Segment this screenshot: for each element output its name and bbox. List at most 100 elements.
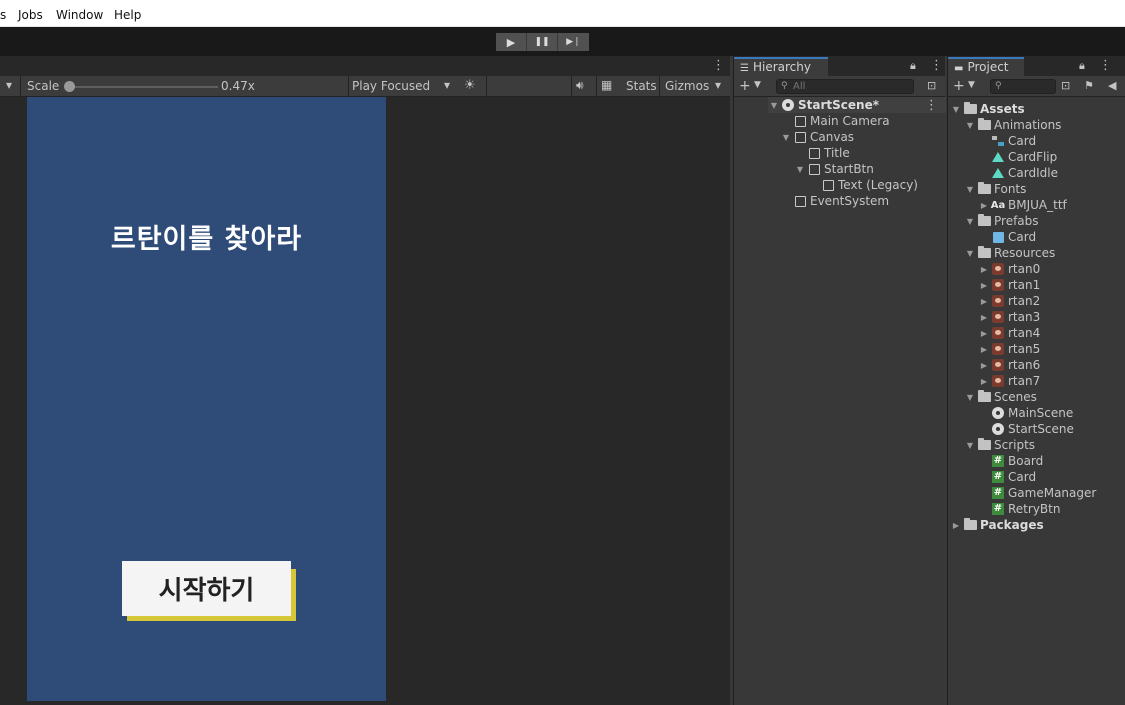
filter-by-label-icon[interactable]: ⚑ [1084,79,1094,92]
csharp-script-icon: # [992,487,1004,499]
start-button[interactable]: 시작하기 [122,561,291,616]
tree-folder-packages[interactable]: ▶ Packages [950,517,1044,533]
step-button[interactable]: ▶❘ [558,33,589,51]
tree-item-startbtn[interactable]: ▼ StartBtn [794,161,874,177]
search-by-type-icon[interactable]: ⊡ [927,79,936,92]
stats-button[interactable]: Stats [626,79,657,93]
play-mode-dropdown-arrow-icon[interactable]: ▾ [444,78,450,92]
asset-item-cardflip[interactable]: CardFlip [978,149,1057,165]
asset-item-bmjua[interactable]: ▶ Aa BMJUA_ttf [978,197,1067,213]
game-toolbar: ▾ Scale 0.47x Play Focused ▾ ☀ 🔊︎ ▦ Stat… [0,76,730,97]
asset-item-gamemanager[interactable]: # GameManager [978,485,1096,501]
expand-arrow-icon[interactable]: ▶ [978,201,990,210]
scale-slider-track[interactable] [72,86,218,88]
expand-arrow-icon[interactable]: ▼ [768,101,780,110]
menu-item-help[interactable]: Help [114,8,141,22]
expand-arrow-icon[interactable]: ▼ [964,121,976,130]
expand-arrow-icon[interactable]: ▼ [950,105,962,114]
expand-arrow-icon[interactable]: ▼ [964,393,976,402]
pause-button[interactable]: ❚❚ [527,33,558,51]
expand-arrow-icon[interactable]: ▶ [978,313,990,322]
lock-icon[interactable]: 🔒︎ [1079,59,1085,73]
hierarchy-search-input[interactable]: ⚲ All [776,79,914,94]
add-icon[interactable]: + [739,78,751,94]
grid-icon[interactable]: ▦ [601,78,612,92]
asset-item-card-controller[interactable]: Card [978,133,1036,149]
toolbar-divider [348,76,349,97]
expand-arrow-icon[interactable]: ▶ [950,521,962,530]
asset-item-startscene[interactable]: StartScene [978,421,1074,437]
more-options-icon[interactable]: ⋮ [1099,58,1112,73]
expand-arrow-icon[interactable]: ▼ [964,249,976,258]
tab-hierarchy[interactable]: ☰ Hierarchy [734,57,828,77]
scene-row[interactable]: ▼ StartScene* ⋮ [768,97,946,113]
tab-project[interactable]: ▬ Project [948,57,1024,77]
search-placeholder: All [793,81,806,92]
tree-folder-resources[interactable]: ▼ Resources [964,245,1055,261]
asset-item-board[interactable]: # Board [978,453,1043,469]
bug-icon[interactable]: ☀ [464,78,476,93]
asset-item-retrybtn[interactable]: # RetryBtn [978,501,1060,517]
display-dropdown-arrow-icon[interactable]: ▾ [6,78,12,92]
menu-item-window[interactable]: Window [56,8,103,22]
expand-arrow-icon[interactable]: ▼ [964,441,976,450]
menu-item-jobs[interactable]: Jobs [18,8,43,22]
expand-arrow-icon[interactable]: ▶ [978,361,990,370]
tree-item-main-camera[interactable]: Main Camera [780,113,890,129]
game-view[interactable]: 르탄이를 찾아라 시작하기 [27,97,386,701]
asset-item-mainscene[interactable]: MainScene [978,405,1073,421]
expand-arrow-icon[interactable]: ▼ [964,217,976,226]
lock-icon[interactable]: 🔒︎ [910,59,916,73]
expand-arrow-icon[interactable]: ▼ [964,185,976,194]
asset-item-rtan7[interactable]: ▶ rtan7 [978,373,1040,389]
tree-item-title[interactable]: Title [794,145,850,161]
expand-arrow-icon[interactable]: ▶ [978,281,990,290]
asset-item-rtan5[interactable]: ▶ rtan5 [978,341,1040,357]
tree-folder-assets[interactable]: ▼ Assets [950,101,1025,117]
tree-item-canvas[interactable]: ▼ Canvas [780,129,854,145]
expand-arrow-icon[interactable]: ▶ [978,329,990,338]
tree-folder-scripts[interactable]: ▼ Scripts [964,437,1035,453]
tree-folder-scenes[interactable]: ▼ Scenes [964,389,1037,405]
asset-item-rtan1[interactable]: ▶ rtan1 [978,277,1040,293]
expand-arrow-icon[interactable]: ▶ [978,345,990,354]
play-button[interactable]: ▶ [496,33,527,51]
sprite-icon [990,374,1006,388]
expand-arrow-icon[interactable]: ▶ [978,297,990,306]
asset-item-rtan0[interactable]: ▶ rtan0 [978,261,1040,277]
play-mode-dropdown[interactable]: Play Focused [352,79,430,93]
sprite-icon [990,262,1006,276]
more-options-icon[interactable]: ⋮ [712,58,725,73]
scene-menu-icon[interactable]: ⋮ [925,98,938,113]
expand-arrow-icon[interactable]: ▼ [794,165,806,174]
expand-arrow-icon[interactable]: ▶ [978,377,990,386]
collapse-arrow-icon[interactable]: ◀ [1108,79,1116,92]
expand-arrow-icon[interactable]: ▶ [978,265,990,274]
asset-item-rtan6[interactable]: ▶ rtan6 [978,357,1040,373]
asset-item-rtan3[interactable]: ▶ rtan3 [978,309,1040,325]
asset-item-card-prefab[interactable]: Card [978,229,1036,245]
tree-folder-prefabs[interactable]: ▼ Prefabs [964,213,1039,229]
project-search-input[interactable]: ⚲ [990,79,1056,94]
gizmos-button[interactable]: Gizmos [665,79,709,93]
tree-item-eventsystem[interactable]: EventSystem [780,193,889,209]
menu-item-truncated[interactable]: s [0,8,6,22]
unity-scene-icon [990,406,1006,420]
search-by-type-icon[interactable]: ⊡ [1061,79,1070,92]
tree-folder-animations[interactable]: ▼ Animations [964,117,1061,133]
add-icon[interactable]: + [953,78,965,94]
add-dropdown-arrow-icon[interactable]: ▼ [968,80,975,90]
more-options-icon[interactable]: ⋮ [930,58,943,73]
expand-arrow-icon[interactable]: ▼ [780,133,792,142]
asset-item-card-script[interactable]: # Card [978,469,1036,485]
speaker-icon[interactable]: 🔊︎ [576,78,584,93]
add-dropdown-arrow-icon[interactable]: ▼ [754,80,761,90]
project-search-row: + ▼ ⚲ ⊡ ⚑ ◀ [948,76,1125,97]
tree-item-text-legacy[interactable]: Text (Legacy) [808,177,918,193]
asset-item-cardidle[interactable]: CardIdle [978,165,1058,181]
asset-item-rtan4[interactable]: ▶ rtan4 [978,325,1040,341]
asset-item-rtan2[interactable]: ▶ rtan2 [978,293,1040,309]
tree-folder-fonts[interactable]: ▼ Fonts [964,181,1026,197]
scale-slider-knob[interactable] [64,81,75,92]
gizmos-dropdown-arrow-icon[interactable]: ▾ [715,78,721,92]
